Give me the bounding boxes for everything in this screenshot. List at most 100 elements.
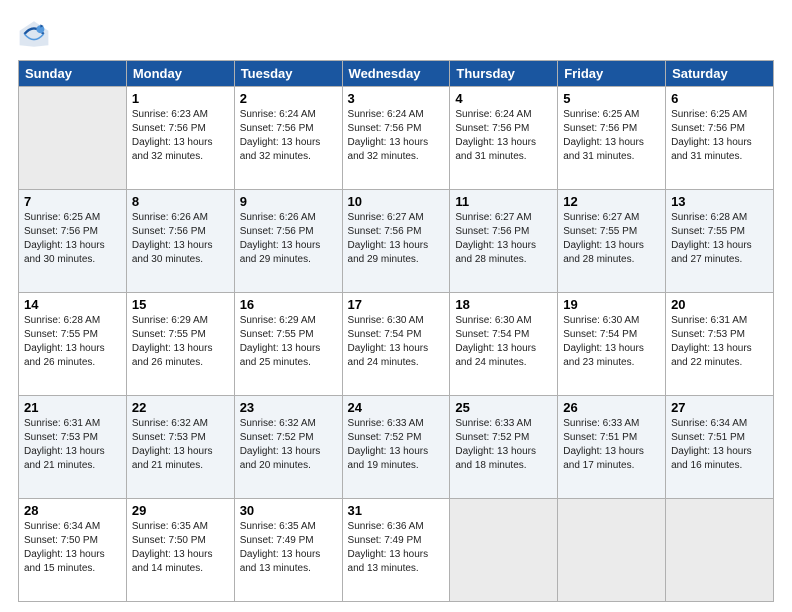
day-info: Sunrise: 6:25 AM Sunset: 7:56 PM Dayligh…: [563, 108, 660, 164]
day-info: Sunrise: 6:31 AM Sunset: 7:53 PM Dayligh…: [24, 417, 121, 473]
column-header-tuesday: Tuesday: [234, 61, 342, 87]
calendar-cell: 30 Sunrise: 6:35 AM Sunset: 7:49 PM Dayli…: [234, 499, 342, 602]
calendar-cell: 12 Sunrise: 6:27 AM Sunset: 7:55 PM Dayli…: [558, 190, 666, 293]
day-info: Sunrise: 6:31 AM Sunset: 7:53 PM Dayligh…: [671, 314, 768, 370]
day-info: Sunrise: 6:26 AM Sunset: 7:56 PM Dayligh…: [132, 211, 229, 267]
calendar-cell: 8 Sunrise: 6:26 AM Sunset: 7:56 PM Daylig…: [126, 190, 234, 293]
calendar-cell: 27 Sunrise: 6:34 AM Sunset: 7:51 PM Dayli…: [666, 396, 774, 499]
day-number: 31: [348, 503, 445, 518]
calendar-cell: 17 Sunrise: 6:30 AM Sunset: 7:54 PM Dayli…: [342, 293, 450, 396]
calendar-cell: 28Sunrise: 6:34 AM Sunset: 7:50 PM Dayli…: [19, 499, 127, 602]
day-number: 12: [563, 194, 660, 209]
calendar-cell: 11 Sunrise: 6:27 AM Sunset: 7:56 PM Dayli…: [450, 190, 558, 293]
calendar-cell: [450, 499, 558, 602]
calendar-cell: 6 Sunrise: 6:25 AM Sunset: 7:56 PM Daylig…: [666, 87, 774, 190]
calendar-cell: 21 Sunrise: 6:31 AM Sunset: 7:53 PM Dayli…: [19, 396, 127, 499]
day-number: 23: [240, 400, 337, 415]
day-number: 15: [132, 297, 229, 312]
calendar-cell: 25 Sunrise: 6:33 AM Sunset: 7:52 PM Dayli…: [450, 396, 558, 499]
column-header-thursday: Thursday: [450, 61, 558, 87]
calendar-cell: 24 Sunrise: 6:33 AM Sunset: 7:52 PM Dayli…: [342, 396, 450, 499]
calendar-cell: 15 Sunrise: 6:29 AM Sunset: 7:55 PM Dayli…: [126, 293, 234, 396]
day-number: 14: [24, 297, 121, 312]
day-number: 16: [240, 297, 337, 312]
day-number: 8: [132, 194, 229, 209]
calendar-cell: 7 Sunrise: 6:25 AM Sunset: 7:56 PM Daylig…: [19, 190, 127, 293]
day-number: 27: [671, 400, 768, 415]
week-row-2: 7 Sunrise: 6:25 AM Sunset: 7:56 PM Daylig…: [19, 190, 774, 293]
calendar-cell: 23 Sunrise: 6:32 AM Sunset: 7:52 PM Dayli…: [234, 396, 342, 499]
header-row: SundayMondayTuesdayWednesdayThursdayFrid…: [19, 61, 774, 87]
day-info: Sunrise: 6:32 AM Sunset: 7:53 PM Dayligh…: [132, 417, 229, 473]
day-number: 10: [348, 194, 445, 209]
column-header-friday: Friday: [558, 61, 666, 87]
calendar-cell: 26Sunrise: 6:33 AM Sunset: 7:51 PM Dayli…: [558, 396, 666, 499]
day-info: Sunrise: 6:26 AM Sunset: 7:56 PM Dayligh…: [240, 211, 337, 267]
day-info: Sunrise: 6:30 AM Sunset: 7:54 PM Dayligh…: [563, 314, 660, 370]
day-number: 18: [455, 297, 552, 312]
day-number: 2: [240, 91, 337, 106]
day-info: Sunrise: 6:29 AM Sunset: 7:55 PM Dayligh…: [240, 314, 337, 370]
day-number: 29: [132, 503, 229, 518]
day-number: 26: [563, 400, 660, 415]
day-info: Sunrise: 6:24 AM Sunset: 7:56 PM Dayligh…: [455, 108, 552, 164]
day-info: Sunrise: 6:35 AM Sunset: 7:50 PM Dayligh…: [132, 520, 229, 576]
day-info: Sunrise: 6:28 AM Sunset: 7:55 PM Dayligh…: [24, 314, 121, 370]
day-number: 6: [671, 91, 768, 106]
calendar-cell: 3Sunrise: 6:24 AM Sunset: 7:56 PM Daylig…: [342, 87, 450, 190]
day-info: Sunrise: 6:30 AM Sunset: 7:54 PM Dayligh…: [455, 314, 552, 370]
day-info: Sunrise: 6:25 AM Sunset: 7:56 PM Dayligh…: [671, 108, 768, 164]
calendar-table: SundayMondayTuesdayWednesdayThursdayFrid…: [18, 60, 774, 602]
calendar-cell: [666, 499, 774, 602]
day-number: 5: [563, 91, 660, 106]
logo-icon: [18, 18, 50, 50]
day-info: Sunrise: 6:23 AM Sunset: 7:56 PM Dayligh…: [132, 108, 229, 164]
day-number: 30: [240, 503, 337, 518]
day-number: 25: [455, 400, 552, 415]
calendar-cell: 31 Sunrise: 6:36 AM Sunset: 7:49 PM Dayli…: [342, 499, 450, 602]
day-info: Sunrise: 6:28 AM Sunset: 7:55 PM Dayligh…: [671, 211, 768, 267]
day-number: 21: [24, 400, 121, 415]
day-info: Sunrise: 6:25 AM Sunset: 7:56 PM Dayligh…: [24, 211, 121, 267]
logo: [18, 18, 54, 50]
day-number: 20: [671, 297, 768, 312]
day-info: Sunrise: 6:35 AM Sunset: 7:49 PM Dayligh…: [240, 520, 337, 576]
day-info: Sunrise: 6:27 AM Sunset: 7:56 PM Dayligh…: [455, 211, 552, 267]
day-info: Sunrise: 6:36 AM Sunset: 7:49 PM Dayligh…: [348, 520, 445, 576]
calendar-cell: 29 Sunrise: 6:35 AM Sunset: 7:50 PM Dayli…: [126, 499, 234, 602]
day-info: Sunrise: 6:32 AM Sunset: 7:52 PM Dayligh…: [240, 417, 337, 473]
day-info: Sunrise: 6:34 AM Sunset: 7:51 PM Dayligh…: [671, 417, 768, 473]
week-row-4: 21 Sunrise: 6:31 AM Sunset: 7:53 PM Dayli…: [19, 396, 774, 499]
column-header-sunday: Sunday: [19, 61, 127, 87]
calendar-cell: 14 Sunrise: 6:28 AM Sunset: 7:55 PM Dayli…: [19, 293, 127, 396]
day-number: 24: [348, 400, 445, 415]
day-info: Sunrise: 6:30 AM Sunset: 7:54 PM Dayligh…: [348, 314, 445, 370]
calendar-cell: 10 Sunrise: 6:27 AM Sunset: 7:56 PM Dayli…: [342, 190, 450, 293]
day-info: Sunrise: 6:24 AM Sunset: 7:56 PM Dayligh…: [348, 108, 445, 164]
calendar-cell: 4 Sunrise: 6:24 AM Sunset: 7:56 PM Daylig…: [450, 87, 558, 190]
day-number: 19: [563, 297, 660, 312]
calendar-cell: 20 Sunrise: 6:31 AM Sunset: 7:53 PM Dayli…: [666, 293, 774, 396]
column-header-saturday: Saturday: [666, 61, 774, 87]
day-number: 11: [455, 194, 552, 209]
day-number: 9: [240, 194, 337, 209]
calendar-cell: 18 Sunrise: 6:30 AM Sunset: 7:54 PM Dayli…: [450, 293, 558, 396]
day-info: Sunrise: 6:24 AM Sunset: 7:56 PM Dayligh…: [240, 108, 337, 164]
week-row-1: 1Sunrise: 6:23 AM Sunset: 7:56 PM Daylig…: [19, 87, 774, 190]
day-info: Sunrise: 6:34 AM Sunset: 7:50 PM Dayligh…: [24, 520, 121, 576]
day-info: Sunrise: 6:27 AM Sunset: 7:55 PM Dayligh…: [563, 211, 660, 267]
day-info: Sunrise: 6:33 AM Sunset: 7:52 PM Dayligh…: [348, 417, 445, 473]
calendar-cell: [19, 87, 127, 190]
day-info: Sunrise: 6:27 AM Sunset: 7:56 PM Dayligh…: [348, 211, 445, 267]
day-number: 17: [348, 297, 445, 312]
day-info: Sunrise: 6:33 AM Sunset: 7:52 PM Dayligh…: [455, 417, 552, 473]
calendar-cell: 19 Sunrise: 6:30 AM Sunset: 7:54 PM Dayli…: [558, 293, 666, 396]
calendar-cell: 1Sunrise: 6:23 AM Sunset: 7:56 PM Daylig…: [126, 87, 234, 190]
day-info: Sunrise: 6:29 AM Sunset: 7:55 PM Dayligh…: [132, 314, 229, 370]
day-number: 13: [671, 194, 768, 209]
column-header-wednesday: Wednesday: [342, 61, 450, 87]
calendar-cell: 5 Sunrise: 6:25 AM Sunset: 7:56 PM Daylig…: [558, 87, 666, 190]
day-number: 7: [24, 194, 121, 209]
calendar-cell: 13 Sunrise: 6:28 AM Sunset: 7:55 PM Dayli…: [666, 190, 774, 293]
day-number: 4: [455, 91, 552, 106]
